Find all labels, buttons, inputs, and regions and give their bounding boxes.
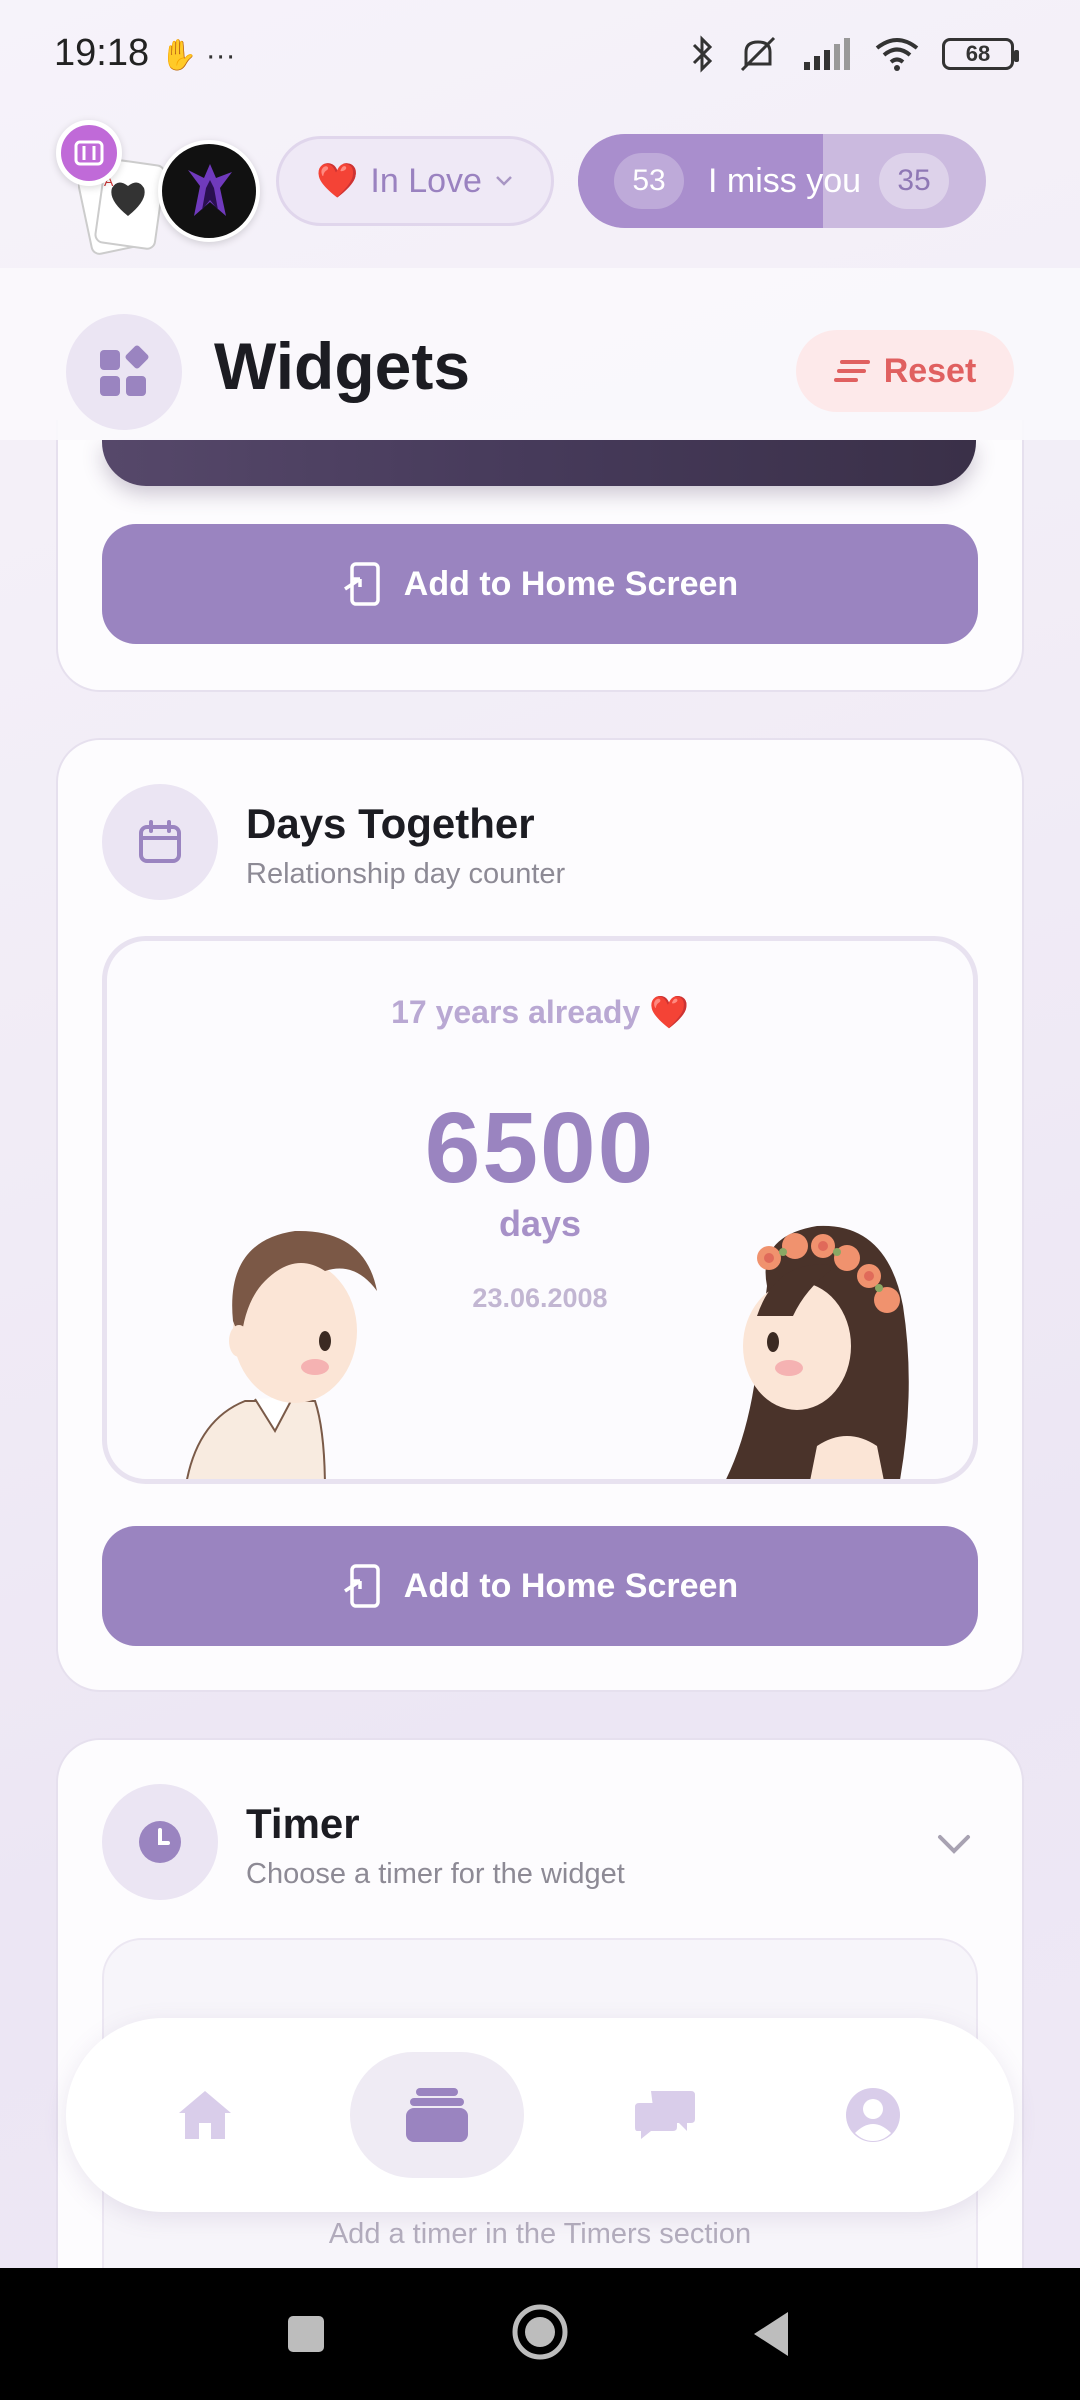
nav-widgets[interactable]	[350, 2052, 524, 2178]
widgets-icon	[66, 314, 182, 430]
add-button-label: Add to Home Screen	[403, 1566, 739, 1605]
home-icon	[179, 2091, 231, 2139]
days-counter-preview[interactable]: 17 years already ❤️ 6500 days 23.06.2008	[102, 936, 978, 1484]
timer-card-subtitle: Choose a timer for the widget	[246, 1858, 625, 1890]
avatar-app-badge-icon	[56, 120, 122, 186]
add-to-home-icon	[343, 1564, 380, 1608]
signal-icon	[804, 38, 850, 70]
partner-avatar[interactable]	[158, 140, 260, 242]
years-label: 17 years already ❤️	[391, 994, 689, 1030]
status-bar: 19:18 ✋ ··· 68	[0, 0, 1080, 110]
miss-count-sent: 53	[614, 153, 684, 209]
home-button-icon[interactable]	[510, 2302, 570, 2362]
back-icon[interactable]	[750, 2308, 792, 2360]
status-right-icons: 68	[690, 34, 1019, 74]
add-to-home-icon	[343, 562, 380, 606]
chat-icon	[635, 2091, 695, 2139]
add-button-label: Add to Home Screen	[403, 564, 739, 603]
status-notification-icons: ✋ ···	[160, 39, 236, 72]
add-to-home-screen-button[interactable]: Add to Home Screen	[102, 524, 978, 644]
miss-you-button[interactable]: 53 I miss you 35	[578, 134, 986, 228]
miss-count-received: 35	[879, 153, 950, 209]
clock-icon	[102, 1784, 218, 1900]
bluetooth-icon	[692, 35, 713, 73]
miss-you-label: I miss you	[708, 161, 862, 200]
wifi-icon	[875, 38, 919, 71]
recents-icon[interactable]	[286, 2308, 326, 2360]
chevron-down-icon	[496, 176, 512, 186]
girl-illustration	[726, 1225, 909, 1479]
widgets-stack-icon	[406, 2088, 468, 2142]
reset-label: Reset	[883, 351, 977, 390]
profile-row: A ❤️ In Love 53 I miss you 35	[0, 120, 1080, 255]
mood-selector[interactable]: ❤️ In Love	[276, 136, 554, 226]
days-card-subtitle: Relationship day counter	[246, 858, 566, 890]
bottom-navigation	[66, 2018, 1014, 2212]
mood-emoji: ❤️	[316, 162, 359, 200]
previous-widget-preview	[102, 440, 976, 486]
nav-profile[interactable]	[786, 2052, 960, 2178]
reset-button[interactable]: Reset	[796, 330, 1014, 412]
chevron-down-icon[interactable]	[936, 1832, 972, 1856]
system-navigation-bar	[0, 2268, 1080, 2400]
nav-chat[interactable]	[578, 2052, 752, 2178]
mute-icon	[740, 36, 776, 72]
status-time: 19:18	[54, 32, 150, 74]
page-title: Widgets	[214, 329, 471, 403]
battery-indicator: 68	[942, 38, 1019, 70]
sort-lines-icon	[833, 360, 870, 382]
add-days-widget-button[interactable]: Add to Home Screen	[102, 1526, 978, 1646]
timer-empty-hint: Add a timer in the Timers section	[328, 2218, 752, 2250]
days-together-card: Days Together Relationship day counter 1…	[56, 738, 1024, 1692]
page-header: Widgets Reset	[0, 268, 1080, 440]
mood-label: In Love	[370, 161, 482, 200]
calendar-icon	[102, 784, 218, 900]
days-count: 6500	[424, 1092, 656, 1204]
timer-card-title: Timer	[246, 1800, 360, 1847]
days-card-title: Days Together	[246, 800, 535, 847]
boy-illustration	[186, 1230, 377, 1479]
profile-icon	[846, 2088, 900, 2142]
nav-home[interactable]	[118, 2052, 292, 2178]
